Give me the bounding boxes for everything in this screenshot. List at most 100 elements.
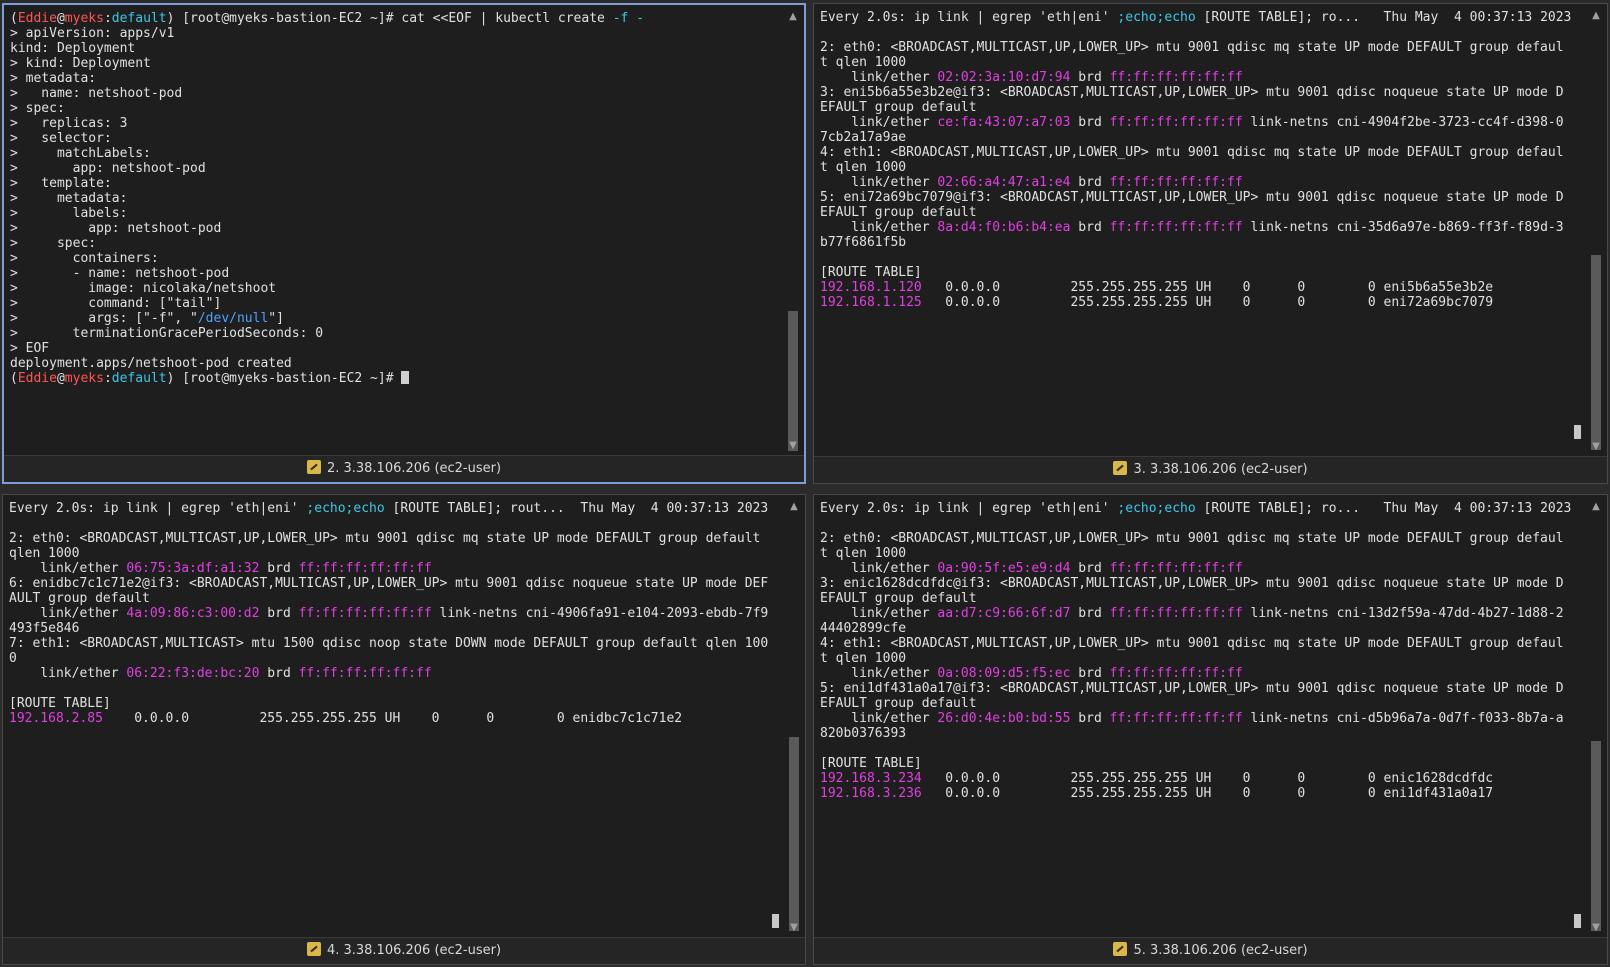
scroll-down-arrow-icon[interactable]: ▼ bbox=[1589, 441, 1603, 453]
scrollbar[interactable]: ▲ ▼ bbox=[787, 501, 801, 934]
terminal-text-segment: [ROUTE TABLE]; ro... Thu May 4 00:37:13 … bbox=[1195, 501, 1572, 516]
terminal-text-segment: 820b0376393 bbox=[820, 726, 907, 741]
terminal-text-segment: ff:ff:ff:ff:ff:ff bbox=[1109, 606, 1243, 621]
terminal-text-segment: t qlen 1000 bbox=[820, 546, 907, 561]
terminal-text-segment: > spec: bbox=[10, 101, 65, 116]
terminal-text-segment: brd bbox=[1070, 115, 1110, 130]
terminal-line: link/ether 26:d0:4e:b0:bd:55 brd ff:ff:f… bbox=[820, 711, 1585, 726]
terminal-text-segment: link-netns cni-35d6a97e-b869-ff3f-f89d-3 bbox=[1242, 220, 1564, 235]
scroll-down-arrow-icon[interactable]: ▼ bbox=[786, 440, 800, 452]
pane-status-label: 5. 3.38.106.206 (ec2-user) bbox=[1133, 943, 1308, 958]
terminal-line: EFAULT group default bbox=[820, 100, 1585, 115]
terminal-text-segment: > app: netshoot-pod bbox=[10, 161, 206, 176]
scroll-down-arrow-icon[interactable]: ▼ bbox=[1589, 922, 1603, 934]
terminal-text-segment: > kind: Deployment bbox=[10, 56, 151, 71]
terminal-text-segment: deployment.apps/netshoot-pod created bbox=[10, 356, 292, 371]
terminal-line: 6: enidbc7c1c71e2@if3: <BROADCAST,MULTIC… bbox=[9, 576, 783, 591]
terminal-text-segment: 0 bbox=[9, 651, 17, 666]
terminal-text-segment: > template: bbox=[10, 176, 112, 191]
terminal-text-segment: link/ether bbox=[9, 666, 127, 681]
terminal-text-segment: brd bbox=[1070, 561, 1110, 576]
scroll-thumb[interactable] bbox=[1591, 741, 1601, 931]
terminal-text-segment: link/ether bbox=[820, 70, 938, 85]
scroll-up-arrow-icon[interactable]: ▲ bbox=[787, 501, 801, 513]
terminal-line: link/ether 8a:d4:f0:b6:b4:ea brd ff:ff:f… bbox=[820, 220, 1585, 235]
terminal-line: (Eddie@myeks:default) [root@myeks-bastio… bbox=[10, 11, 782, 26]
terminal-text-segment: link-netns cni-4904f2be-3723-cc4f-d398-0 bbox=[1242, 115, 1564, 130]
terminal-output[interactable]: (Eddie@myeks:default) [root@myeks-bastio… bbox=[10, 11, 782, 452]
terminal-text-segment: default bbox=[111, 371, 167, 386]
terminal-text-segment: Every 2.0s: ip link | egrep 'eth|eni' bbox=[820, 501, 1118, 516]
terminal-text-segment: > terminationGracePeriodSeconds: 0 bbox=[10, 326, 324, 341]
terminal-text-segment: Every 2.0s: ip link | egrep 'eth|eni' bbox=[9, 501, 307, 516]
terminal-line: 192.168.3.234 0.0.0.0 255.255.255.255 UH… bbox=[820, 771, 1585, 786]
terminal-pane-2[interactable]: (Eddie@myeks:default) [root@myeks-bastio… bbox=[2, 3, 806, 484]
terminal-text-segment: 06:22:f3:de:bc:20 bbox=[126, 666, 260, 681]
text-cursor bbox=[401, 371, 410, 384]
terminal-text-segment: > - name: netshoot-pod bbox=[10, 266, 230, 281]
terminal-line: 44402899cfe bbox=[820, 621, 1585, 636]
terminal-text-segment: 7cb2a17a9ae bbox=[820, 130, 907, 145]
pencil-icon bbox=[1113, 942, 1128, 956]
pane-status-label: 4. 3.38.106.206 (ec2-user) bbox=[326, 943, 502, 958]
scroll-thumb[interactable] bbox=[1591, 255, 1601, 450]
terminal-text-segment: link/ether bbox=[820, 175, 938, 190]
terminal-line: > EOF bbox=[10, 341, 782, 356]
terminal-text-segment: brd bbox=[1070, 606, 1110, 621]
terminal-text-segment: 4a:09:86:c3:00:d2 bbox=[126, 606, 260, 621]
terminal-line: 192.168.3.236 0.0.0.0 255.255.255.255 UH… bbox=[820, 786, 1585, 801]
terminal-line: > command: ["tail"] bbox=[10, 296, 782, 311]
terminal-text-segment: [ROUTE TABLE] bbox=[9, 696, 111, 711]
terminal-text-segment: EFAULT group default bbox=[820, 100, 977, 115]
scroll-thumb[interactable] bbox=[789, 737, 799, 931]
scrollbar[interactable]: ▲ ▼ bbox=[1589, 10, 1603, 453]
terminal-text-segment: link-netns cni-d5b96a7a-0d7f-f033-8b7a-a bbox=[1242, 711, 1564, 726]
scroll-down-arrow-icon[interactable]: ▼ bbox=[787, 922, 801, 934]
terminal-line: Every 2.0s: ip link | egrep 'eth|eni' ;e… bbox=[820, 501, 1585, 516]
terminal-line: 2: eth0: <BROADCAST,MULTICAST,UP,LOWER_U… bbox=[820, 531, 1585, 546]
scroll-up-arrow-icon[interactable]: ▲ bbox=[1589, 501, 1603, 513]
terminal-text-segment: 192.168.1.125 bbox=[820, 295, 922, 310]
scroll-up-arrow-icon[interactable]: ▲ bbox=[1589, 10, 1603, 22]
terminal-text-segment: ce:fa:43:07:a7:03 bbox=[937, 115, 1071, 130]
terminal-text-segment: link/ether bbox=[820, 220, 938, 235]
scroll-up-arrow-icon[interactable]: ▲ bbox=[786, 11, 800, 23]
terminal-line: 2: eth0: <BROADCAST,MULTICAST,UP,LOWER_U… bbox=[820, 40, 1585, 55]
scroll-thumb[interactable] bbox=[788, 311, 798, 451]
terminal-line: 3: eni5b6a55e3b2e@if3: <BROADCAST,MULTIC… bbox=[820, 85, 1585, 100]
terminal-line: EFAULT group default bbox=[820, 591, 1585, 606]
scrollbar[interactable]: ▲ ▼ bbox=[786, 11, 800, 452]
terminal-pane-3[interactable]: Every 2.0s: ip link | egrep 'eth|eni' ;e… bbox=[813, 3, 1608, 484]
terminal-output[interactable]: Every 2.0s: ip link | egrep 'eth|eni' ;e… bbox=[9, 501, 783, 934]
terminal-text-segment: 44402899cfe bbox=[820, 621, 907, 636]
terminal-line: t qlen 1000 bbox=[820, 651, 1585, 666]
terminal-pane-5[interactable]: Every 2.0s: ip link | egrep 'eth|eni' ;e… bbox=[813, 494, 1608, 965]
terminal-text-segment: 0.0.0.0 255.255.255.255 UH 0 0 0 enic162… bbox=[921, 771, 1494, 786]
terminal-text-segment: ff:ff:ff:ff:ff:ff bbox=[1109, 115, 1243, 130]
terminal-text-segment: > apiVersion: apps/v1 bbox=[10, 26, 175, 41]
terminal-text-segment: ;echo;echo bbox=[1117, 501, 1196, 516]
terminal-line: link/ether ce:fa:43:07:a7:03 brd ff:ff:f… bbox=[820, 115, 1585, 130]
terminal-text-segment: "] bbox=[268, 311, 284, 326]
terminal-line: > spec: bbox=[10, 236, 782, 251]
terminal-text-segment: @ bbox=[56, 371, 65, 386]
terminal-text-segment: > containers: bbox=[10, 251, 159, 266]
terminal-line: > - name: netshoot-pod bbox=[10, 266, 782, 281]
terminal-line: 4: eth1: <BROADCAST,MULTICAST,UP,LOWER_U… bbox=[820, 636, 1585, 651]
terminal-text-segment: Eddie bbox=[17, 11, 57, 26]
terminal-output[interactable]: Every 2.0s: ip link | egrep 'eth|eni' ;e… bbox=[820, 501, 1585, 934]
terminal-pane-4[interactable]: Every 2.0s: ip link | egrep 'eth|eni' ;e… bbox=[2, 494, 806, 965]
terminal-text-segment: > args: ["-f", " bbox=[10, 311, 198, 326]
terminal-line: Every 2.0s: ip link | egrep 'eth|eni' ;e… bbox=[820, 10, 1585, 25]
terminal-output[interactable]: Every 2.0s: ip link | egrep 'eth|eni' ;e… bbox=[820, 10, 1585, 453]
terminal-text-segment: link-netns cni-4906fa91-e104-2093-ebdb-7… bbox=[431, 606, 769, 621]
terminal-text-segment: link/ether bbox=[820, 115, 938, 130]
terminal-text-segment: 02:02:3a:10:d7:94 bbox=[937, 70, 1071, 85]
terminal-text-segment: 192.168.3.234 bbox=[820, 771, 922, 786]
terminal-text-segment: ff:ff:ff:ff:ff:ff bbox=[1109, 175, 1243, 190]
scrollbar[interactable]: ▲ ▼ bbox=[1589, 501, 1603, 934]
terminal-line: link/ether 4a:09:86:c3:00:d2 brd ff:ff:f… bbox=[9, 606, 783, 621]
